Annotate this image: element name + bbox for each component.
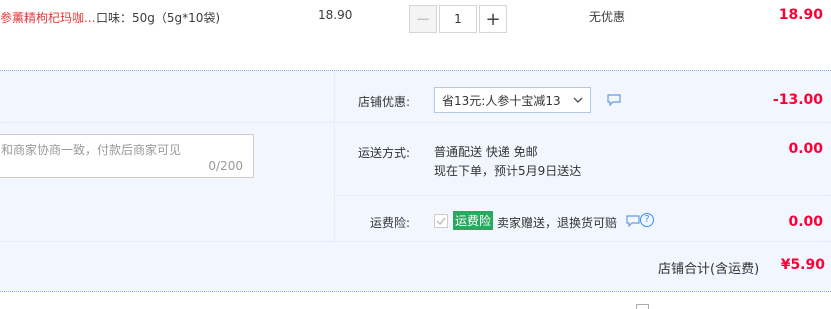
order-summary-panel: 和商家协商一致，付款后商家可见 0/200 店铺优惠: 省13元:人参十宝减13… bbox=[0, 70, 831, 292]
cart-item-row: 参薰精枸杞玛咖... 口味：50g（5g*10袋) 18.90 − + 无优惠 … bbox=[0, 0, 831, 70]
decrease-quantity-button[interactable]: − bbox=[409, 5, 437, 33]
checkmark-icon bbox=[436, 217, 446, 226]
insurance-badge: 运费险 bbox=[453, 211, 494, 230]
chevron-down-icon bbox=[573, 97, 583, 103]
comment-icon[interactable] bbox=[607, 94, 621, 106]
row-divider bbox=[0, 122, 334, 123]
comment-icon[interactable] bbox=[626, 215, 640, 227]
buyer-memo-input[interactable]: 和商家协商一致，付款后商家可见 0/200 bbox=[0, 134, 254, 178]
insurance-label: 运费险: bbox=[370, 216, 411, 230]
row-divider bbox=[0, 241, 831, 242]
bottom-options-row bbox=[0, 292, 831, 309]
increase-quantity-button[interactable]: + bbox=[479, 5, 507, 33]
quantity-stepper: − + bbox=[409, 5, 507, 33]
insurance-amount: 0.00 bbox=[788, 214, 823, 230]
row-divider bbox=[334, 195, 831, 196]
memo-char-count: 0/200 bbox=[208, 159, 243, 173]
bottom-option-checkbox[interactable] bbox=[636, 304, 649, 309]
shipping-method: 普通配送 快递 免邮 bbox=[434, 145, 538, 159]
item-sku: 口味：50g（5g*10袋) bbox=[96, 11, 221, 25]
row-divider bbox=[334, 122, 831, 123]
item-discount: 无优惠 bbox=[589, 10, 626, 24]
column-divider bbox=[334, 71, 335, 241]
shop-discount-amount: -13.00 bbox=[772, 92, 823, 108]
memo-placeholder: 和商家协商一致，付款后商家可见 bbox=[1, 143, 182, 157]
shipping-eta: 现在下单，预计5月9日送达 bbox=[434, 164, 582, 178]
shop-discount-label: 店铺优惠: bbox=[358, 95, 411, 109]
shop-coupon-value: 省13元:人参十宝减13 bbox=[442, 93, 561, 108]
shipping-amount: 0.00 bbox=[788, 141, 823, 157]
help-icon[interactable]: ? bbox=[640, 213, 654, 227]
shop-subtotal-label: 店铺合计(含运费) bbox=[658, 262, 760, 277]
shop-coupon-select[interactable]: 省13元:人参十宝减13 bbox=[434, 87, 591, 113]
item-total: 18.90 bbox=[778, 7, 823, 23]
item-title[interactable]: 参薰精枸杞玛咖... bbox=[0, 9, 95, 26]
shipping-label: 运送方式: bbox=[358, 146, 411, 160]
item-price: 18.90 bbox=[318, 8, 353, 22]
insurance-checkbox[interactable] bbox=[434, 214, 448, 228]
insurance-text: 卖家赠送，退换货可赔 bbox=[497, 216, 618, 230]
shop-subtotal-value: ¥5.90 bbox=[780, 257, 825, 273]
quantity-input[interactable] bbox=[439, 5, 477, 33]
